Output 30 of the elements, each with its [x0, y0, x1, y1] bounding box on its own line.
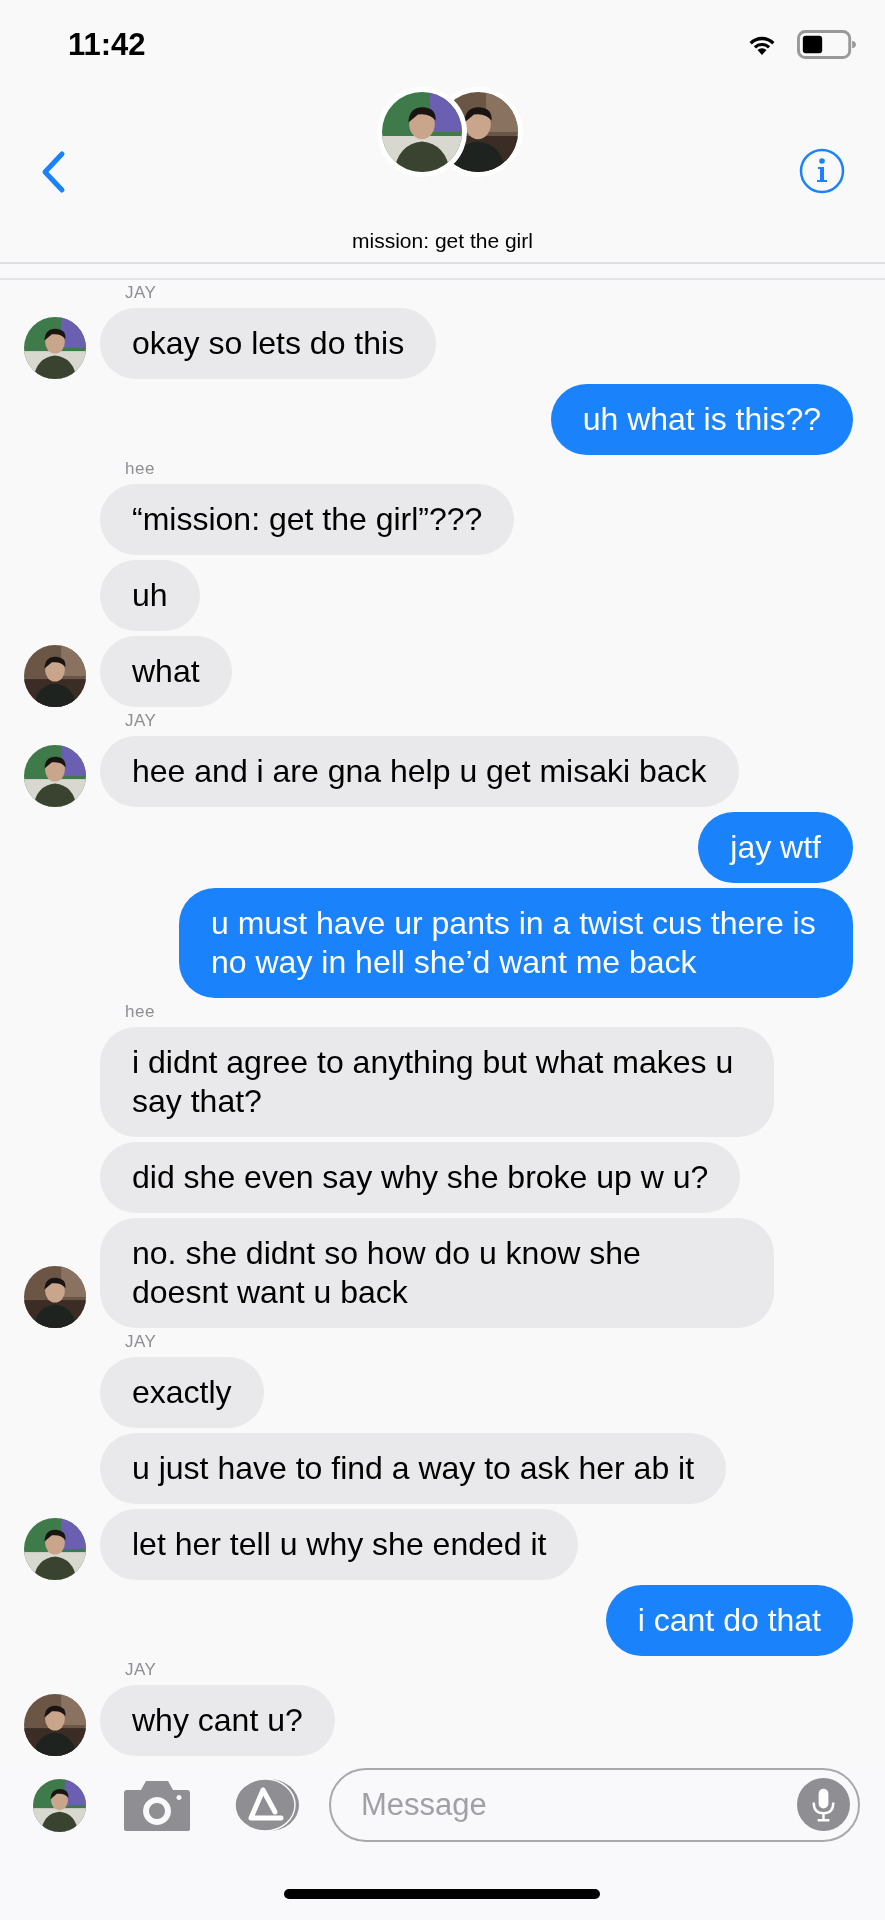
clock-time: 11:42: [68, 26, 146, 64]
message-bubble: jay wtf: [698, 812, 853, 883]
info-icon[interactable]: [799, 148, 845, 194]
message-bubble: did she even say why she broke up w u?: [100, 1142, 741, 1213]
message-bubble: i cant do that: [605, 1585, 853, 1656]
sender-name: JAY: [124, 1331, 158, 1352]
message-bubble: let her tell u why she ended it: [100, 1509, 579, 1580]
message-bubble: u must have ur pants in a twist cus there is no way in hell she’d want me back: [179, 888, 853, 998]
camera-icon[interactable]: [123, 1778, 191, 1832]
message-field[interactable]: Message: [329, 1768, 860, 1842]
sender-name: JAY: [124, 710, 158, 731]
conversation-title: mission: get the girl: [352, 229, 533, 253]
message-bubble: why cant u?: [100, 1685, 335, 1756]
back-chevron-icon[interactable]: [40, 150, 66, 194]
sender-name: JAY: [124, 282, 158, 303]
message-bubble: i didnt agree to anything but what makes u say that?: [100, 1027, 774, 1137]
battery-icon: [797, 30, 857, 59]
message-bubble: u just have to find a way to ask her ab it: [100, 1433, 727, 1504]
sender-name: hee: [124, 458, 156, 479]
message-bubble: uh what is this??: [550, 384, 853, 455]
message-bubble: what: [100, 636, 232, 707]
message-bubble: “mission: get the girl”???: [100, 484, 515, 555]
microphone-icon[interactable]: [797, 1778, 850, 1831]
sender-name: hee: [124, 1001, 156, 1022]
message-bubble: hee and i are gna help u get misaki back: [100, 736, 739, 807]
message-bubble: no. she didnt so how do u know she doesnt want u back: [100, 1218, 774, 1328]
message-bubble: uh: [100, 560, 200, 631]
sender-name: JAY: [124, 1659, 158, 1680]
message-bubble: exactly: [100, 1357, 264, 1428]
message-bubble: okay so lets do this: [100, 308, 437, 379]
